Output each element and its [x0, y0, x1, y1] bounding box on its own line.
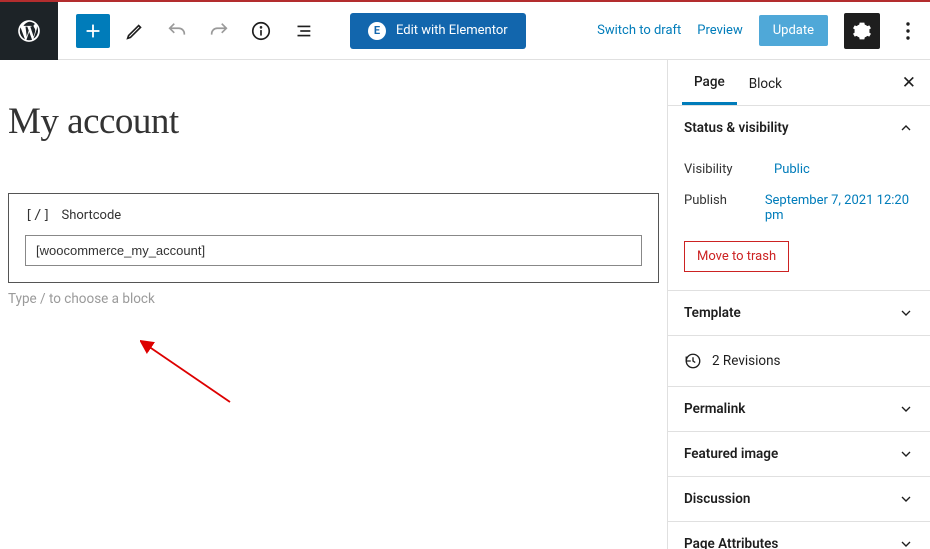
plus-icon: [82, 20, 104, 42]
panel-featured-label: Featured image: [684, 446, 778, 462]
shortcode-icon: [/]: [25, 208, 51, 223]
block-appender[interactable]: Type / to choose a block: [8, 291, 659, 307]
elementor-icon: E: [368, 22, 386, 40]
panel-template[interactable]: Template: [668, 291, 930, 335]
redo-icon: [208, 20, 230, 42]
outline-button[interactable]: [286, 14, 320, 48]
panel-featured-image[interactable]: Featured image: [668, 432, 930, 476]
panel-permalink[interactable]: Permalink: [668, 387, 930, 431]
move-to-trash-button[interactable]: Move to trash: [684, 241, 789, 272]
visibility-label: Visibility: [684, 162, 774, 177]
tools-button[interactable]: [118, 14, 152, 48]
panel-discussion[interactable]: Discussion: [668, 477, 930, 521]
shortcode-label: Shortcode: [61, 208, 121, 223]
chevron-down-icon: [898, 401, 914, 417]
wordpress-icon: [16, 18, 42, 44]
panel-discussion-label: Discussion: [684, 491, 750, 507]
settings-button[interactable]: [844, 13, 880, 49]
wordpress-logo[interactable]: [0, 2, 58, 60]
panel-template-label: Template: [684, 305, 741, 321]
publish-label: Publish: [684, 193, 765, 223]
panel-attributes-label: Page Attributes: [684, 536, 778, 549]
panel-page-attributes[interactable]: Page Attributes: [668, 522, 930, 549]
editor-canvas[interactable]: My account [/] Shortcode Type / to choos…: [0, 60, 667, 549]
list-icon: [292, 20, 314, 42]
history-icon: [684, 352, 702, 370]
edit-with-elementor-button[interactable]: E Edit with Elementor: [350, 13, 526, 49]
annotation-arrow: [140, 340, 240, 410]
page-title[interactable]: My account: [8, 100, 659, 143]
gear-icon: [852, 21, 872, 41]
undo-icon: [166, 20, 188, 42]
redo-button[interactable]: [202, 14, 236, 48]
details-button[interactable]: [244, 14, 278, 48]
chevron-down-icon: [898, 491, 914, 507]
editor-header: E Edit with Elementor Switch to draft Pr…: [0, 2, 930, 60]
visibility-value[interactable]: Public: [774, 162, 810, 177]
preview-link[interactable]: Preview: [697, 23, 742, 38]
publish-value[interactable]: September 7, 2021 12:20 pm: [765, 193, 914, 223]
dots-vertical-icon: [906, 22, 910, 40]
tab-page[interactable]: Page: [682, 60, 737, 105]
edit-elementor-label: Edit with Elementor: [396, 23, 508, 38]
options-button[interactable]: [896, 13, 920, 49]
chevron-down-icon: [898, 536, 914, 549]
shortcode-block[interactable]: [/] Shortcode: [8, 193, 659, 283]
panel-status-label: Status & visibility: [684, 120, 789, 136]
close-sidebar-button[interactable]: ✕: [902, 73, 916, 93]
info-icon: [250, 20, 272, 42]
pencil-icon: [124, 20, 146, 42]
tab-block[interactable]: Block: [737, 62, 794, 104]
undo-button[interactable]: [160, 14, 194, 48]
sidebar-tabs: Page Block ✕: [668, 60, 930, 106]
panel-permalink-label: Permalink: [684, 401, 745, 417]
shortcode-input[interactable]: [25, 235, 642, 266]
chevron-down-icon: [898, 446, 914, 462]
chevron-up-icon: [898, 120, 914, 136]
settings-sidebar: Page Block ✕ Status & visibility Visibil…: [667, 60, 930, 549]
revisions-label: 2 Revisions: [712, 353, 781, 369]
chevron-down-icon: [898, 305, 914, 321]
add-block-button[interactable]: [76, 14, 110, 48]
panel-status-visibility[interactable]: Status & visibility: [668, 106, 930, 150]
update-button[interactable]: Update: [759, 15, 828, 46]
switch-to-draft-link[interactable]: Switch to draft: [597, 23, 681, 38]
revisions-link[interactable]: 2 Revisions: [668, 336, 930, 387]
